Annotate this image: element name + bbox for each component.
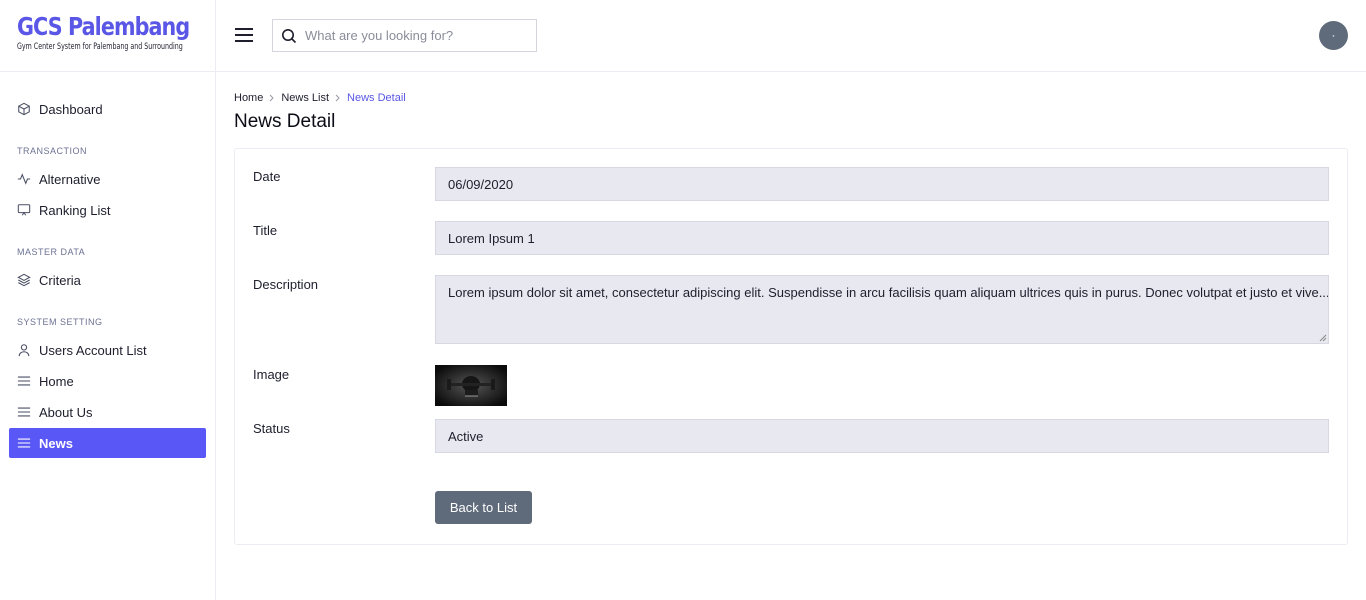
sidebar-item-dashboard[interactable]: Dashboard: [9, 94, 206, 124]
sidebar-item-news[interactable]: News: [9, 428, 206, 458]
title-label: Title: [253, 223, 278, 238]
topbar: ●: [216, 0, 1366, 72]
title-field[interactable]: Lorem Ipsum 1: [435, 221, 1329, 255]
search-icon: [282, 28, 297, 43]
resize-handle-icon[interactable]: [1318, 333, 1327, 342]
sidebar-item-label: Ranking List: [39, 202, 111, 218]
description-text: Lorem ipsum dolor sit amet, consectetur …: [448, 285, 1329, 300]
sidebar-item-label: Dashboard: [39, 101, 103, 117]
sidebar-item-label: Alternative: [39, 171, 101, 187]
sidebar-item-label: Users Account List: [39, 342, 147, 358]
chevron-right-icon: [329, 93, 347, 103]
avatar-icon: ●: [1332, 33, 1335, 38]
brand[interactable]: GCS Palembang Gym Center System for Pale…: [0, 0, 215, 72]
status-field[interactable]: Active: [435, 419, 1329, 453]
brand-title: GCS Palembang: [17, 12, 190, 41]
activity-icon: [17, 173, 31, 185]
description-field[interactable]: Lorem ipsum dolor sit amet, consectetur …: [435, 275, 1329, 344]
sidebar-item-users-account-list[interactable]: Users Account List: [9, 335, 206, 365]
breadcrumb-news-detail: News Detail: [347, 92, 406, 104]
menu-icon: [17, 438, 31, 448]
chevron-right-icon: [263, 93, 281, 103]
date-label: Date: [253, 169, 281, 184]
sidebar-nav: Dashboard TRANSACTION Alternative Rankin…: [0, 72, 215, 458]
description-label: Description: [253, 277, 319, 292]
sidebar-item-alternative[interactable]: Alternative: [9, 164, 206, 194]
search-box: [272, 19, 537, 52]
section-transaction: TRANSACTION: [17, 146, 88, 156]
section-system-setting: SYSTEM SETTING: [17, 317, 103, 327]
main-content: Home News List News Detail News Detail D…: [234, 72, 1348, 545]
search-input[interactable]: [305, 28, 525, 43]
sidebar-item-ranking-list[interactable]: Ranking List: [9, 195, 206, 225]
breadcrumb: Home News List News Detail: [234, 91, 1348, 105]
menu-icon: [17, 407, 31, 417]
sidebar-item-label: News: [39, 435, 73, 451]
section-master-data: MASTER DATA: [17, 247, 86, 257]
avatar[interactable]: ●: [1319, 21, 1348, 50]
sidebar: GCS Palembang Gym Center System for Pale…: [0, 0, 216, 600]
sidebar-item-home[interactable]: Home: [9, 366, 206, 396]
sidebar-item-about-us[interactable]: About Us: [9, 397, 206, 427]
date-field[interactable]: 06/09/2020: [435, 167, 1329, 201]
breadcrumb-news-list[interactable]: News List: [281, 92, 329, 104]
back-to-list-button[interactable]: Back to List: [435, 491, 532, 524]
sidebar-item-label: Criteria: [39, 272, 81, 288]
sidebar-item-criteria[interactable]: Criteria: [9, 265, 206, 295]
monitor-icon: [17, 204, 31, 216]
status-label: Status: [253, 421, 290, 436]
breadcrumb-home[interactable]: Home: [234, 92, 263, 104]
user-icon: [18, 344, 30, 357]
hamburger-menu-icon[interactable]: [234, 27, 254, 43]
detail-card: Date 06/09/2020 Title Lorem Ipsum 1 Desc…: [234, 148, 1348, 545]
menu-icon: [17, 376, 31, 386]
layers-icon: [17, 273, 31, 287]
brand-subtitle: Gym Center System for Palembang and Surr…: [17, 42, 183, 52]
gym-image-icon: [435, 365, 507, 406]
image-label: Image: [253, 367, 290, 382]
news-image-thumbnail[interactable]: [435, 365, 507, 406]
page-title: News Detail: [234, 111, 336, 132]
cube-icon: [18, 102, 30, 116]
sidebar-item-label: About Us: [39, 404, 93, 420]
sidebar-item-label: Home: [39, 373, 74, 389]
